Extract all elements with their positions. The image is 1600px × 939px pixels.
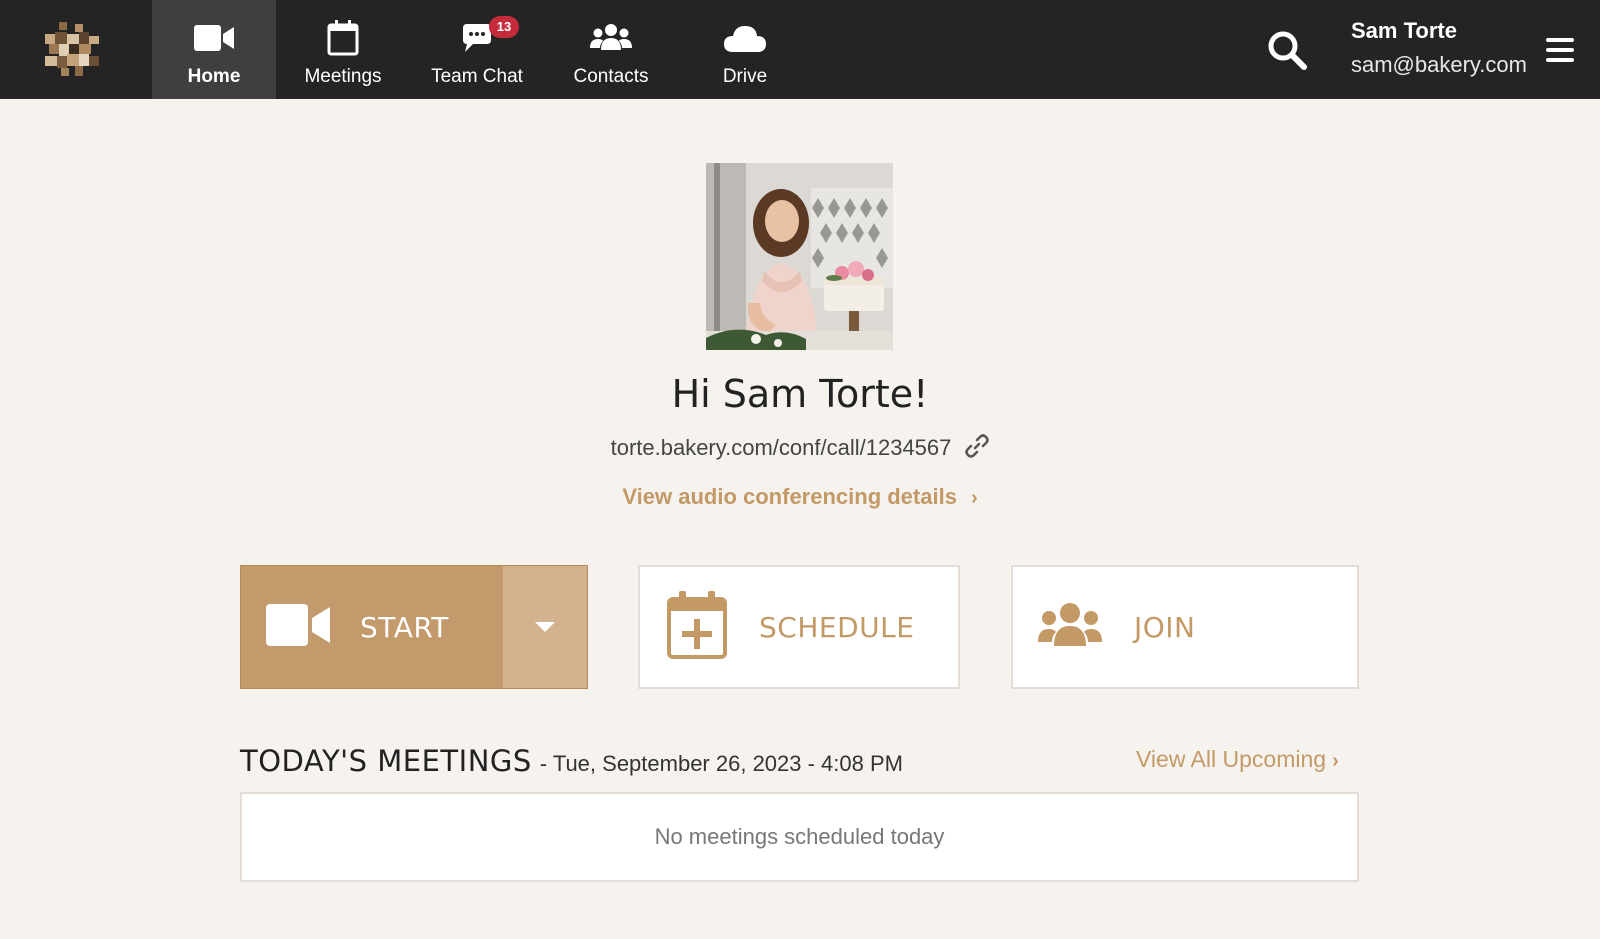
company-logo[interactable] — [45, 22, 99, 76]
conference-link-text[interactable]: torte.bakery.com/conf/call/1234567 — [611, 435, 952, 460]
unread-count-badge: 13 — [489, 16, 519, 38]
nav-item-meetings[interactable]: Meetings — [276, 0, 410, 99]
main-nav: Home Meetings 13 Team Chat Contacts Driv… — [152, 0, 812, 99]
hamburger-menu-button[interactable] — [1546, 38, 1574, 64]
nav-item-drive[interactable]: Drive — [678, 0, 812, 99]
join-label: JOIN — [1134, 610, 1196, 644]
start-meeting-button-group: START — [240, 565, 588, 689]
profile-photo[interactable] — [706, 163, 893, 350]
todays-meetings-header: TODAY'S MEETINGS - Tue, September 26, 20… — [240, 744, 903, 778]
hamburger-icon — [1546, 38, 1574, 42]
view-all-upcoming-link[interactable]: View All Upcoming › — [1136, 746, 1339, 773]
section-title: TODAY'S MEETINGS — [240, 744, 532, 778]
nav-item-team-chat[interactable]: 13 Team Chat — [410, 0, 544, 99]
users-icon — [589, 18, 633, 58]
search-button[interactable] — [1266, 29, 1308, 71]
caret-down-icon — [535, 622, 555, 632]
user-account[interactable]: Sam Torte sam@bakery.com — [1351, 18, 1527, 78]
nav-item-label: Drive — [722, 66, 768, 87]
nav-item-label: Home — [187, 66, 241, 87]
top-navigation-bar: Home Meetings 13 Team Chat Contacts Driv… — [0, 0, 1600, 99]
calendar-plus-icon — [667, 590, 727, 664]
audio-conferencing-details-link[interactable]: View audio conferencing details › — [0, 484, 1600, 510]
nav-item-label: Contacts — [573, 66, 649, 87]
empty-state-message: No meetings scheduled today — [654, 824, 945, 849]
start-options-dropdown[interactable] — [503, 566, 587, 688]
start-label: START — [360, 610, 449, 644]
video-camera-icon — [266, 603, 330, 652]
nav-item-label: Meetings — [304, 66, 382, 87]
search-icon — [1268, 31, 1307, 70]
chevron-right-icon: › — [1332, 750, 1339, 772]
cloud-icon — [723, 18, 767, 58]
join-meeting-button[interactable]: JOIN — [1011, 565, 1359, 689]
chat-bubble-icon: 13 — [459, 16, 519, 58]
personal-meeting-link: torte.bakery.com/conf/call/1234567 — [0, 434, 1600, 464]
start-meeting-button[interactable]: START — [241, 566, 503, 688]
greeting-heading: Hi Sam Torte! — [671, 372, 929, 416]
nav-item-label: Team Chat — [431, 66, 523, 87]
user-email: sam@bakery.com — [1351, 52, 1527, 77]
view-all-label: View All Upcoming — [1136, 746, 1327, 772]
nav-item-contacts[interactable]: Contacts — [544, 0, 678, 99]
current-date-time: - Tue, September 26, 2023 - 4:08 PM — [539, 751, 903, 776]
schedule-label: SCHEDULE — [759, 610, 915, 644]
copy-link-icon[interactable] — [965, 434, 990, 464]
video-camera-icon — [194, 18, 234, 58]
user-name: Sam Torte — [1351, 18, 1457, 43]
schedule-meeting-button[interactable]: SCHEDULE — [638, 565, 960, 689]
audio-details-label: View audio conferencing details — [622, 484, 957, 509]
calendar-icon — [327, 18, 359, 58]
nav-item-home[interactable]: Home — [152, 0, 276, 99]
meetings-list: No meetings scheduled today — [240, 792, 1359, 882]
users-icon — [1038, 602, 1102, 653]
chevron-right-icon: › — [970, 487, 978, 509]
